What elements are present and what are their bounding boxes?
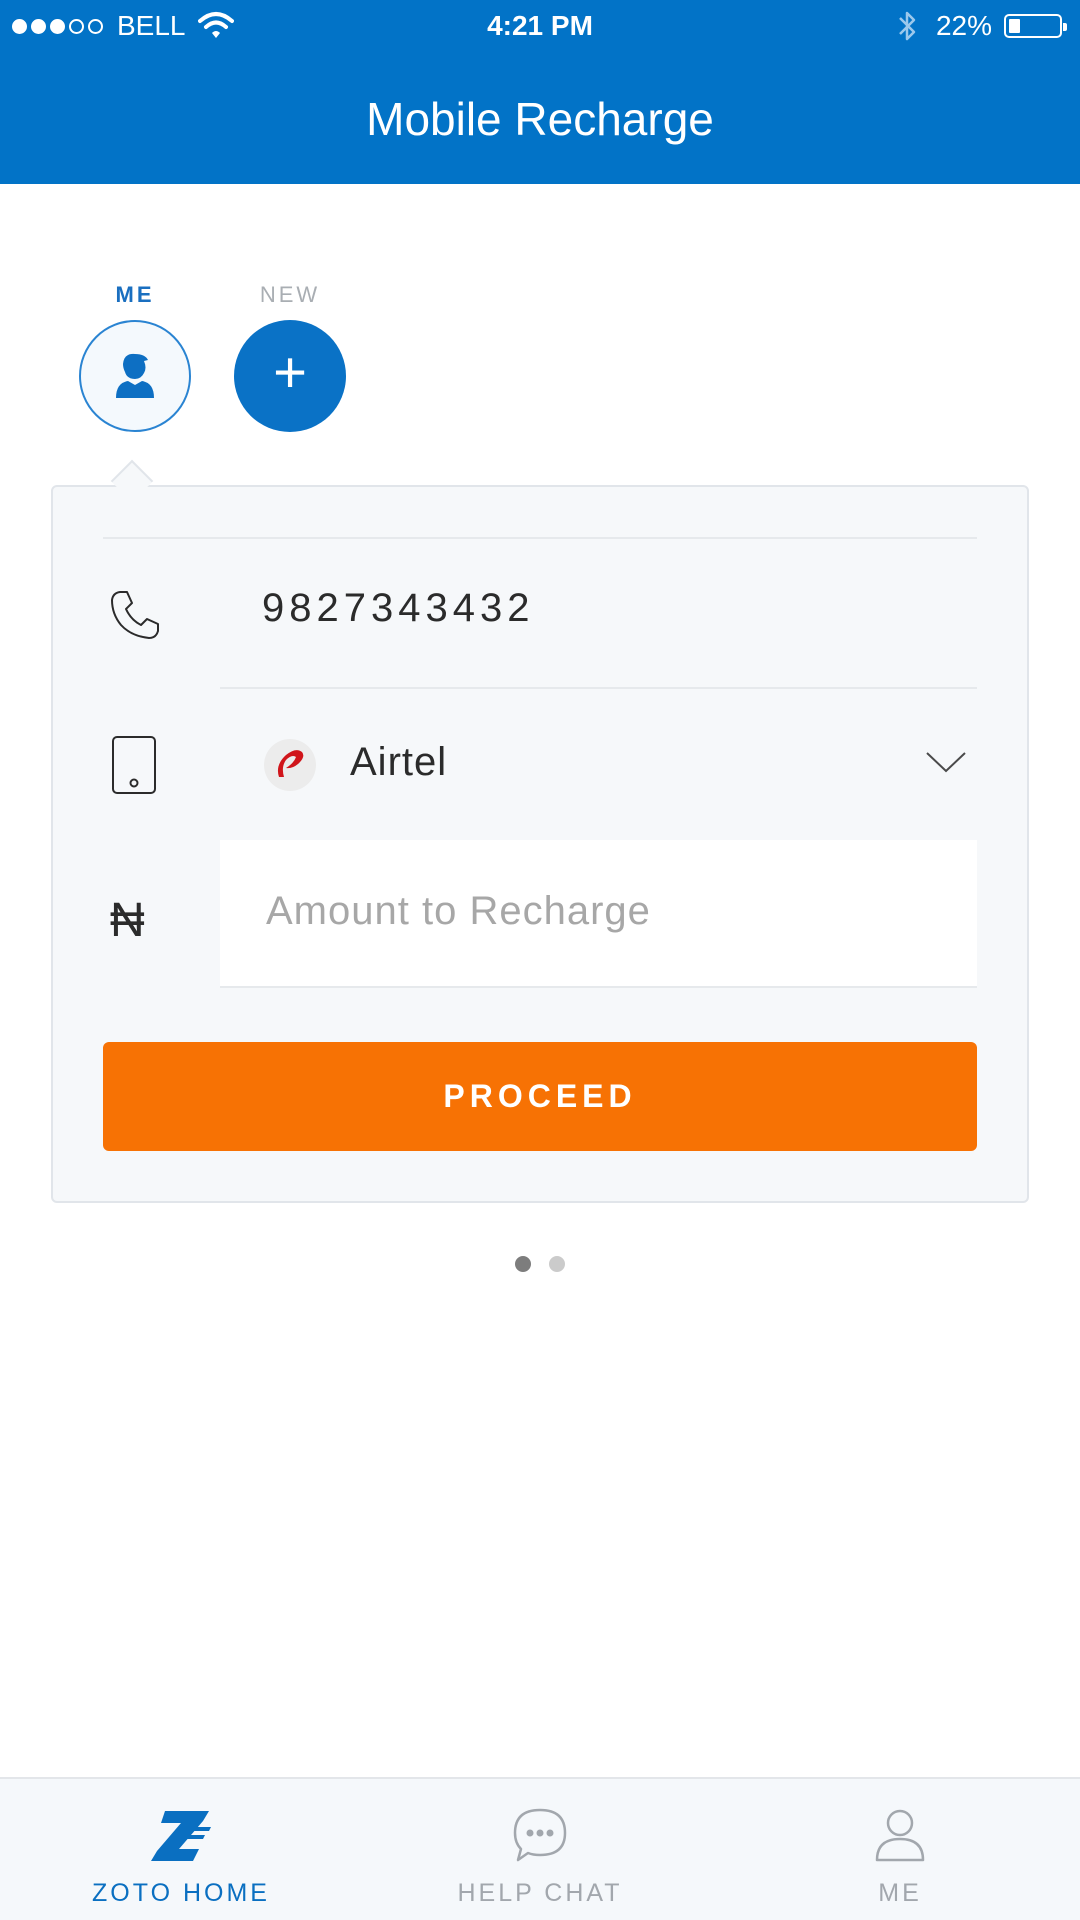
airtel-logo-icon bbox=[264, 739, 316, 791]
divider bbox=[103, 537, 977, 539]
page-indicator-dot[interactable] bbox=[515, 1256, 531, 1272]
battery-percent: 22% bbox=[935, 10, 992, 41]
page-title: Mobile Recharge bbox=[366, 93, 714, 145]
tab-me-label: ME bbox=[878, 1879, 922, 1907]
tab-zoto-home[interactable]: ZOTO HOME bbox=[51, 1779, 311, 1920]
naira-currency-icon: ₦ bbox=[110, 894, 145, 947]
phone-icon bbox=[111, 591, 159, 639]
status-bar: BELL 4:21 PM 22% bbox=[0, 0, 1080, 52]
tab-zoto-home-label: ZOTO HOME bbox=[92, 1879, 270, 1907]
profile-icon bbox=[875, 1809, 925, 1862]
zoto-logo-icon bbox=[151, 1811, 211, 1861]
page-indicator-dot[interactable] bbox=[549, 1256, 565, 1272]
bottom-tab-bar: ZOTO HOME HELP CHAT ME bbox=[0, 1777, 1080, 1920]
amount-input[interactable] bbox=[264, 880, 948, 942]
tab-help-chat[interactable]: HELP CHAT bbox=[410, 1779, 670, 1920]
contact-new[interactable]: NEW + bbox=[230, 282, 350, 432]
contact-new-label: NEW bbox=[259, 282, 321, 307]
proceed-button[interactable]: PROCEED bbox=[103, 1042, 977, 1151]
bluetooth-icon bbox=[899, 11, 916, 41]
tab-me[interactable]: ME bbox=[770, 1779, 1030, 1920]
mobile-recharge-screen: BELL 4:21 PM 22% Mobile Recharge ME NEW … bbox=[0, 0, 1080, 1920]
contact-me-avatar[interactable] bbox=[79, 320, 191, 432]
battery-icon bbox=[1004, 14, 1067, 38]
contact-me[interactable]: ME bbox=[75, 282, 195, 432]
app-header: BELL 4:21 PM 22% Mobile Recharge bbox=[0, 0, 1080, 184]
chevron-down-icon[interactable] bbox=[925, 750, 967, 774]
user-icon bbox=[116, 353, 154, 398]
chat-bubble-icon bbox=[513, 1808, 567, 1862]
tab-help-chat-label: HELP CHAT bbox=[457, 1879, 623, 1907]
add-contact-button[interactable]: + bbox=[234, 320, 346, 432]
contact-me-label: ME bbox=[115, 282, 155, 307]
amount-field-container bbox=[220, 840, 977, 988]
phone-number-field[interactable]: 9827343432 bbox=[262, 586, 534, 631]
mobile-device-icon bbox=[112, 736, 156, 794]
divider bbox=[220, 687, 977, 689]
operator-select[interactable]: Airtel bbox=[350, 740, 447, 785]
plus-icon: + bbox=[273, 340, 307, 405]
